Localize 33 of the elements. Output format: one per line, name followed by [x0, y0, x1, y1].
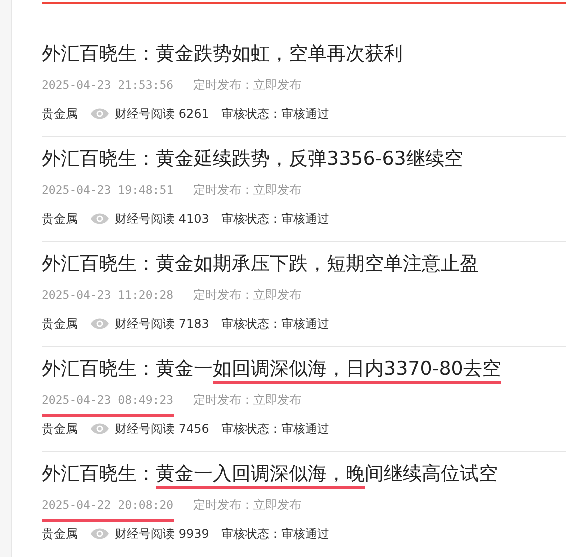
- eye-icon: [90, 318, 110, 330]
- review-status: 审核状态：审核通过: [221, 420, 330, 438]
- review-status: 审核状态：审核通过: [221, 526, 330, 542]
- eye-icon: [90, 108, 110, 120]
- article-title[interactable]: 外汇百晓生：黄金一入回调深似海，晚间继续高位试空: [42, 460, 498, 494]
- publish-date: 2025-04-23 11:20:28: [42, 287, 174, 304]
- review-status: 审核状态：审核通过: [221, 316, 330, 332]
- publish-date: 2025-04-23 21:53:56: [42, 77, 174, 94]
- category-label: 贵金属: [42, 210, 78, 228]
- category-label: 贵金属: [42, 420, 78, 438]
- schedule-text: 定时发布：立即发布: [194, 287, 302, 304]
- article-title[interactable]: 外汇百晓生：黄金一如回调深似海，日内3370-80去空: [42, 355, 502, 389]
- schedule-text: 定时发布：立即发布: [194, 497, 302, 514]
- schedule-text: 定时发布：立即发布: [194, 77, 302, 94]
- read-count: 财经号阅读 4103: [115, 210, 210, 228]
- eye-icon: [90, 423, 110, 435]
- read-count: 财经号阅读 6261: [115, 106, 210, 122]
- read-count: 财经号阅读 9939: [115, 526, 210, 542]
- read-count: 财经号阅读 7183: [115, 316, 210, 332]
- article-title[interactable]: 外汇百晓生：黄金如期承压下跌，短期空单注意止盈: [42, 250, 479, 284]
- article-title[interactable]: 外汇百晓生：黄金延续跌势，反弹3356-63继续空: [42, 145, 464, 179]
- article-title[interactable]: 外汇百晓生：黄金跌势如虹，空单再次获利: [42, 40, 403, 74]
- review-status: 审核状态：审核通过: [221, 106, 330, 122]
- schedule-text: 定时发布：立即发布: [194, 182, 302, 199]
- eye-icon: [90, 213, 110, 225]
- eye-icon: [90, 528, 110, 540]
- read-count: 财经号阅读 7456: [115, 420, 210, 438]
- category-label: 贵金属: [42, 106, 78, 122]
- review-status: 审核状态：审核通过: [221, 210, 330, 228]
- category-label: 贵金属: [42, 316, 78, 332]
- category-label: 贵金属: [42, 526, 78, 542]
- schedule-text: 定时发布：立即发布: [194, 392, 302, 409]
- publish-date: 2025-04-23 19:48:51: [42, 182, 174, 199]
